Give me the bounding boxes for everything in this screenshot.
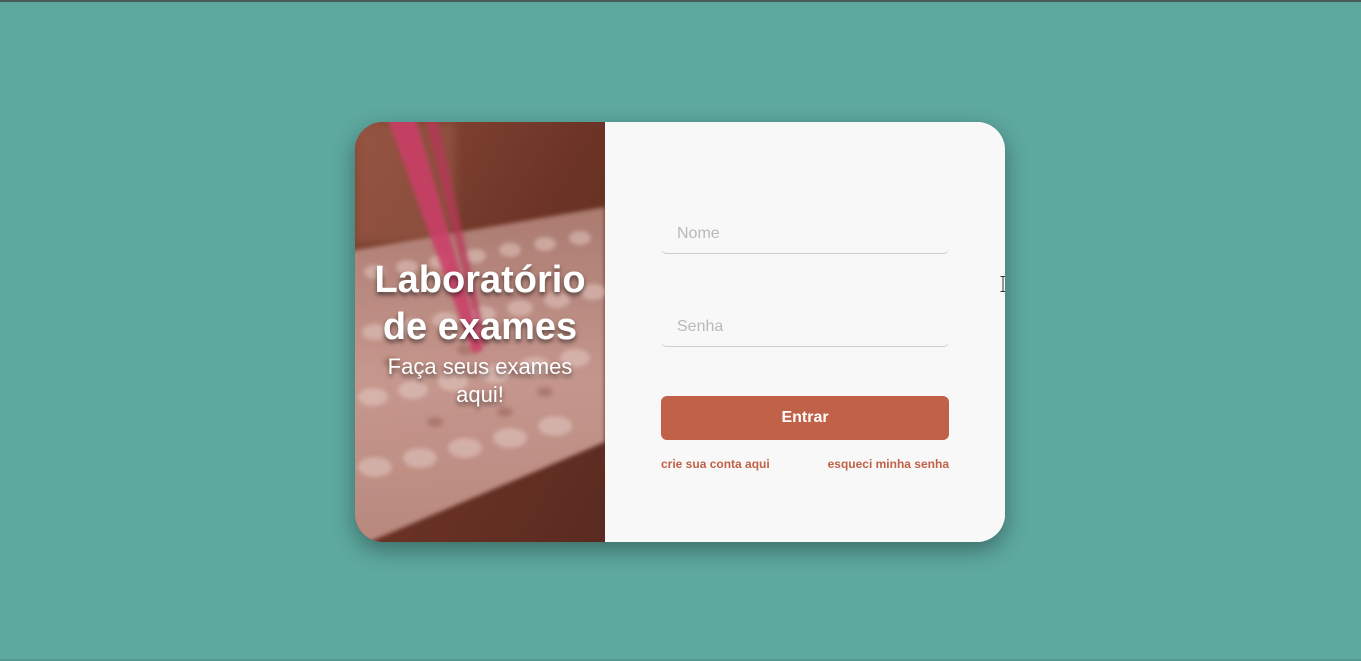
login-card: Laboratório de exames Faça seus exames a… (355, 122, 1005, 542)
name-input[interactable] (661, 214, 949, 254)
hero-subtitle: Faça seus exames aqui! (355, 353, 605, 409)
window-top-border (0, 0, 1361, 2)
hero-title: Laboratório de exames (355, 257, 605, 351)
hero-panel: Laboratório de exames Faça seus exames a… (355, 122, 605, 542)
hero-title-line-1: Laboratório (374, 259, 586, 301)
text-cursor-icon (1000, 276, 1005, 292)
hero-subtitle-line-1: Faça seus exames (387, 354, 573, 379)
hero-subtitle-line-2: aqui! (456, 382, 504, 407)
submit-button[interactable]: Entrar (661, 396, 949, 440)
create-account-link[interactable]: crie sua conta aqui (661, 457, 770, 471)
login-form: Entrar crie sua conta aqui esqueci minha… (605, 122, 1005, 542)
hero-title-line-2: de exames (382, 306, 578, 348)
password-input[interactable] (661, 307, 949, 347)
hero-text-block: Laboratório de exames Faça seus exames a… (355, 257, 605, 409)
forgot-password-link[interactable]: esqueci minha senha (828, 457, 949, 471)
